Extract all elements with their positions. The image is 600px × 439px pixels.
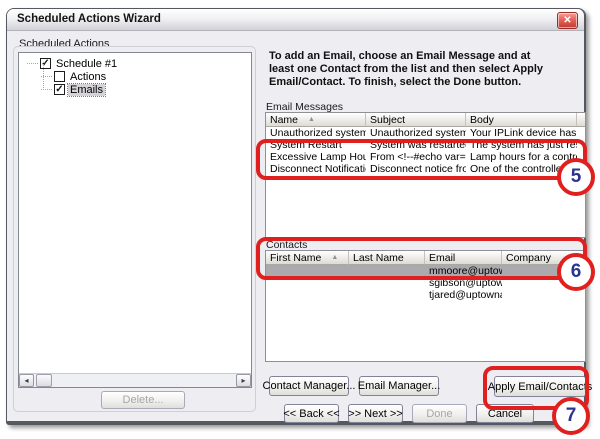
cell-body[interactable]: The system has just resta... — [466, 139, 577, 151]
column-header-label: Last Name — [353, 252, 404, 264]
contacts-header: First Name ▲ Last Name Email Company — [266, 251, 585, 265]
email-message-row[interactable]: Disconnect Notification Disconnect notic… — [266, 163, 585, 175]
column-header-body[interactable]: Body — [466, 113, 577, 127]
email-manager-button[interactable]: Email Manager... — [359, 376, 439, 396]
cell-subject[interactable]: System was restarted — [366, 139, 466, 151]
cancel-button[interactable]: Cancel — [476, 404, 534, 423]
cell-name[interactable]: Unauthorized system activity — [266, 127, 366, 139]
tree-label-actions[interactable]: Actions — [68, 71, 108, 83]
window-title: Scheduled Actions Wizard — [17, 13, 161, 25]
column-header-first-name[interactable]: First Name ▲ — [266, 251, 349, 265]
cell-first-name[interactable] — [266, 277, 349, 289]
apply-email-contacts-button[interactable]: Apply Email/Contacts — [494, 376, 586, 397]
column-header-stub — [577, 113, 585, 127]
back-button[interactable]: << Back << — [284, 404, 339, 423]
tree-label-schedule-1[interactable]: Schedule #1 — [54, 58, 119, 70]
column-header-name[interactable]: Name ▲ — [266, 113, 366, 127]
instructions-line: Email/Contact. To finish, select the Don… — [269, 76, 589, 89]
email-messages-header: Name ▲ Subject Body — [266, 113, 585, 127]
cell-last-name[interactable] — [349, 265, 425, 277]
cell-last-name[interactable] — [349, 277, 425, 289]
close-button[interactable]: ✕ — [557, 12, 578, 29]
column-header-last-name[interactable]: Last Name — [349, 251, 425, 265]
tree-item-schedule-1[interactable]: Schedule #1 — [19, 57, 251, 70]
actions-checkbox[interactable] — [54, 71, 65, 82]
scroll-right-arrow-icon[interactable]: ▸ — [236, 374, 251, 387]
cell-email[interactable]: sgibson@uptown... — [425, 277, 502, 289]
cell-body[interactable]: Your IPLink device has d... — [466, 127, 577, 139]
contact-manager-button[interactable]: Contact Manager... — [269, 376, 349, 396]
cell-company[interactable] — [502, 265, 585, 277]
schedule-1-checkbox[interactable] — [40, 58, 51, 69]
cell-name[interactable]: System Restart — [266, 139, 366, 151]
cell-first-name[interactable] — [266, 289, 349, 301]
cell-company[interactable] — [502, 289, 585, 301]
cell-subject[interactable]: Disconnect notice from <... — [366, 163, 466, 175]
instructions-text: To add an Email, choose an Email Message… — [269, 50, 589, 89]
instructions-line: least one Contact from the list and then… — [269, 63, 589, 76]
title-bar[interactable]: Scheduled Actions Wizard ✕ — [7, 9, 584, 31]
tree-connector-line — [43, 64, 44, 90]
cell-body[interactable]: One of the controlled dev... — [466, 163, 577, 175]
sort-ascending-icon: ▲ — [331, 254, 338, 261]
sort-ascending-icon: ▲ — [308, 116, 315, 123]
column-header-label: Subject — [370, 114, 405, 126]
cell-first-name[interactable] — [266, 265, 349, 277]
column-header-label: Email — [429, 252, 455, 264]
cell-name[interactable]: Excessive Lamp Hours — [266, 151, 366, 163]
scroll-left-arrow-icon[interactable]: ◂ — [19, 374, 34, 387]
tree-item-actions[interactable]: Actions — [19, 70, 251, 83]
column-header-label: Company — [506, 252, 551, 264]
cell-subject[interactable]: From <!--#echo var="WC... — [366, 151, 466, 163]
tree-horizontal-scrollbar[interactable]: ◂ ▸ — [19, 373, 251, 387]
cell-subject[interactable]: Unauthorized system acti... — [366, 127, 466, 139]
done-button[interactable]: Done — [412, 404, 467, 423]
cell-company[interactable] — [502, 277, 585, 289]
tree-label-emails[interactable]: Emails — [68, 84, 105, 96]
contacts-table[interactable]: First Name ▲ Last Name Email Company mmo… — [265, 250, 586, 362]
close-icon: ✕ — [563, 15, 571, 26]
column-header-label: First Name — [270, 252, 321, 264]
cell-email[interactable]: mmoore@uptown... — [425, 265, 502, 277]
contact-row[interactable]: tjared@uptownav... — [266, 289, 585, 301]
emails-checkbox[interactable] — [54, 84, 65, 95]
cell-name[interactable]: Disconnect Notification — [266, 163, 366, 175]
email-message-row[interactable]: Excessive Lamp Hours From <!--#echo var=… — [266, 151, 585, 163]
delete-button[interactable]: Delete... — [101, 391, 185, 409]
email-message-row[interactable]: System Restart System was restarted The … — [266, 139, 585, 151]
instructions-line: To add an Email, choose an Email Message… — [269, 50, 589, 63]
scrollbar-thumb[interactable] — [36, 374, 52, 387]
schedule-tree-items: Schedule #1 Actions Emails — [19, 53, 251, 373]
column-header-email[interactable]: Email — [425, 251, 502, 265]
cell-body[interactable]: Lamp hours for a controll... — [466, 151, 577, 163]
cell-email[interactable]: tjared@uptownav... — [425, 289, 502, 301]
next-button[interactable]: >> Next >> — [348, 404, 403, 423]
scheduled-actions-wizard-dialog: Scheduled Actions Wizard ✕ Scheduled Act… — [6, 8, 586, 425]
email-message-row[interactable]: Unauthorized system activity Unauthorize… — [266, 127, 585, 139]
contact-row[interactable]: sgibson@uptown... — [266, 277, 585, 289]
schedule-tree[interactable]: Schedule #1 Actions Emails ◂ ▸ — [18, 52, 252, 388]
column-header-subject[interactable]: Subject — [366, 113, 466, 127]
tree-item-emails[interactable]: Emails — [19, 83, 251, 96]
contact-row[interactable]: mmoore@uptown... — [266, 265, 585, 277]
cell-last-name[interactable] — [349, 289, 425, 301]
tree-line — [27, 63, 38, 64]
column-header-label: Name — [270, 114, 298, 126]
email-messages-table[interactable]: Name ▲ Subject Body Unauthorized system … — [265, 112, 586, 238]
column-header-label: Body — [470, 114, 494, 126]
column-header-company[interactable]: Company — [502, 251, 585, 265]
